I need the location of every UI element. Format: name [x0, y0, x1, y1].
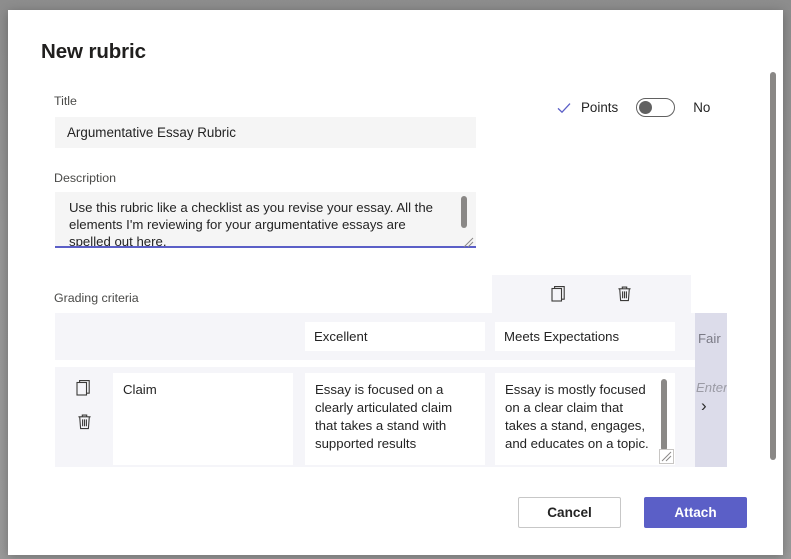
description-field-wrapper: Use this rubric like a checklist as you …	[55, 192, 476, 250]
page-title: New rubric	[41, 40, 146, 64]
grading-criteria-table: Claim Essay is focused on a clearly arti…	[55, 275, 727, 467]
resize-grip-icon[interactable]	[281, 453, 292, 464]
points-toggle-state: No	[693, 100, 710, 115]
cell-scrollbar[interactable]	[661, 379, 667, 451]
trash-icon[interactable]	[616, 285, 633, 303]
next-level-header-label: Fair	[698, 331, 721, 346]
level-header-input-0[interactable]	[305, 322, 485, 351]
points-toggle[interactable]	[636, 98, 675, 117]
column-toolbar	[492, 275, 691, 313]
row-actions	[55, 367, 113, 467]
description-field-label: Description	[54, 171, 116, 185]
resize-grip-icon[interactable]	[463, 237, 474, 248]
check-icon	[556, 100, 572, 116]
dialog-footer: Cancel Attach	[8, 480, 783, 555]
next-level-cell-placeholder: Enter	[696, 380, 727, 395]
trash-icon[interactable]	[76, 413, 93, 431]
criterion-cell-input-1[interactable]: Essay is mostly focused on a clear claim…	[495, 373, 675, 465]
copy-icon[interactable]	[76, 379, 93, 397]
rubric-title-input[interactable]	[55, 117, 476, 148]
resize-grip-icon[interactable]	[473, 453, 484, 464]
table-row: Claim Essay is focused on a clearly arti…	[55, 367, 727, 467]
level-header-input-1[interactable]	[495, 322, 675, 351]
title-field-label: Title	[54, 94, 77, 108]
rubric-description-input[interactable]: Use this rubric like a checklist as you …	[55, 192, 476, 248]
dialog-scroll-body: New rubric Title Points No Description U…	[8, 10, 783, 480]
description-scrollbar[interactable]	[461, 196, 467, 228]
criterion-cell-input-0[interactable]: Essay is focused on a clearly articulate…	[305, 373, 485, 465]
dialog-scrollbar[interactable]	[768, 10, 778, 555]
copy-icon[interactable]	[551, 285, 568, 303]
points-label: Points	[581, 100, 618, 115]
chevron-right-icon[interactable]: ›	[701, 397, 707, 414]
criteria-header-row	[55, 313, 727, 360]
criterion-name-input[interactable]: Claim	[113, 373, 293, 465]
points-toggle-row: Points No	[556, 98, 710, 117]
cancel-button[interactable]: Cancel	[518, 497, 621, 528]
new-rubric-dialog: New rubric Title Points No Description U…	[8, 10, 783, 555]
attach-button[interactable]: Attach	[644, 497, 747, 528]
toggle-knob	[639, 101, 652, 114]
dialog-scrollbar-thumb[interactable]	[770, 72, 776, 460]
resize-grip-icon[interactable]	[659, 449, 674, 464]
